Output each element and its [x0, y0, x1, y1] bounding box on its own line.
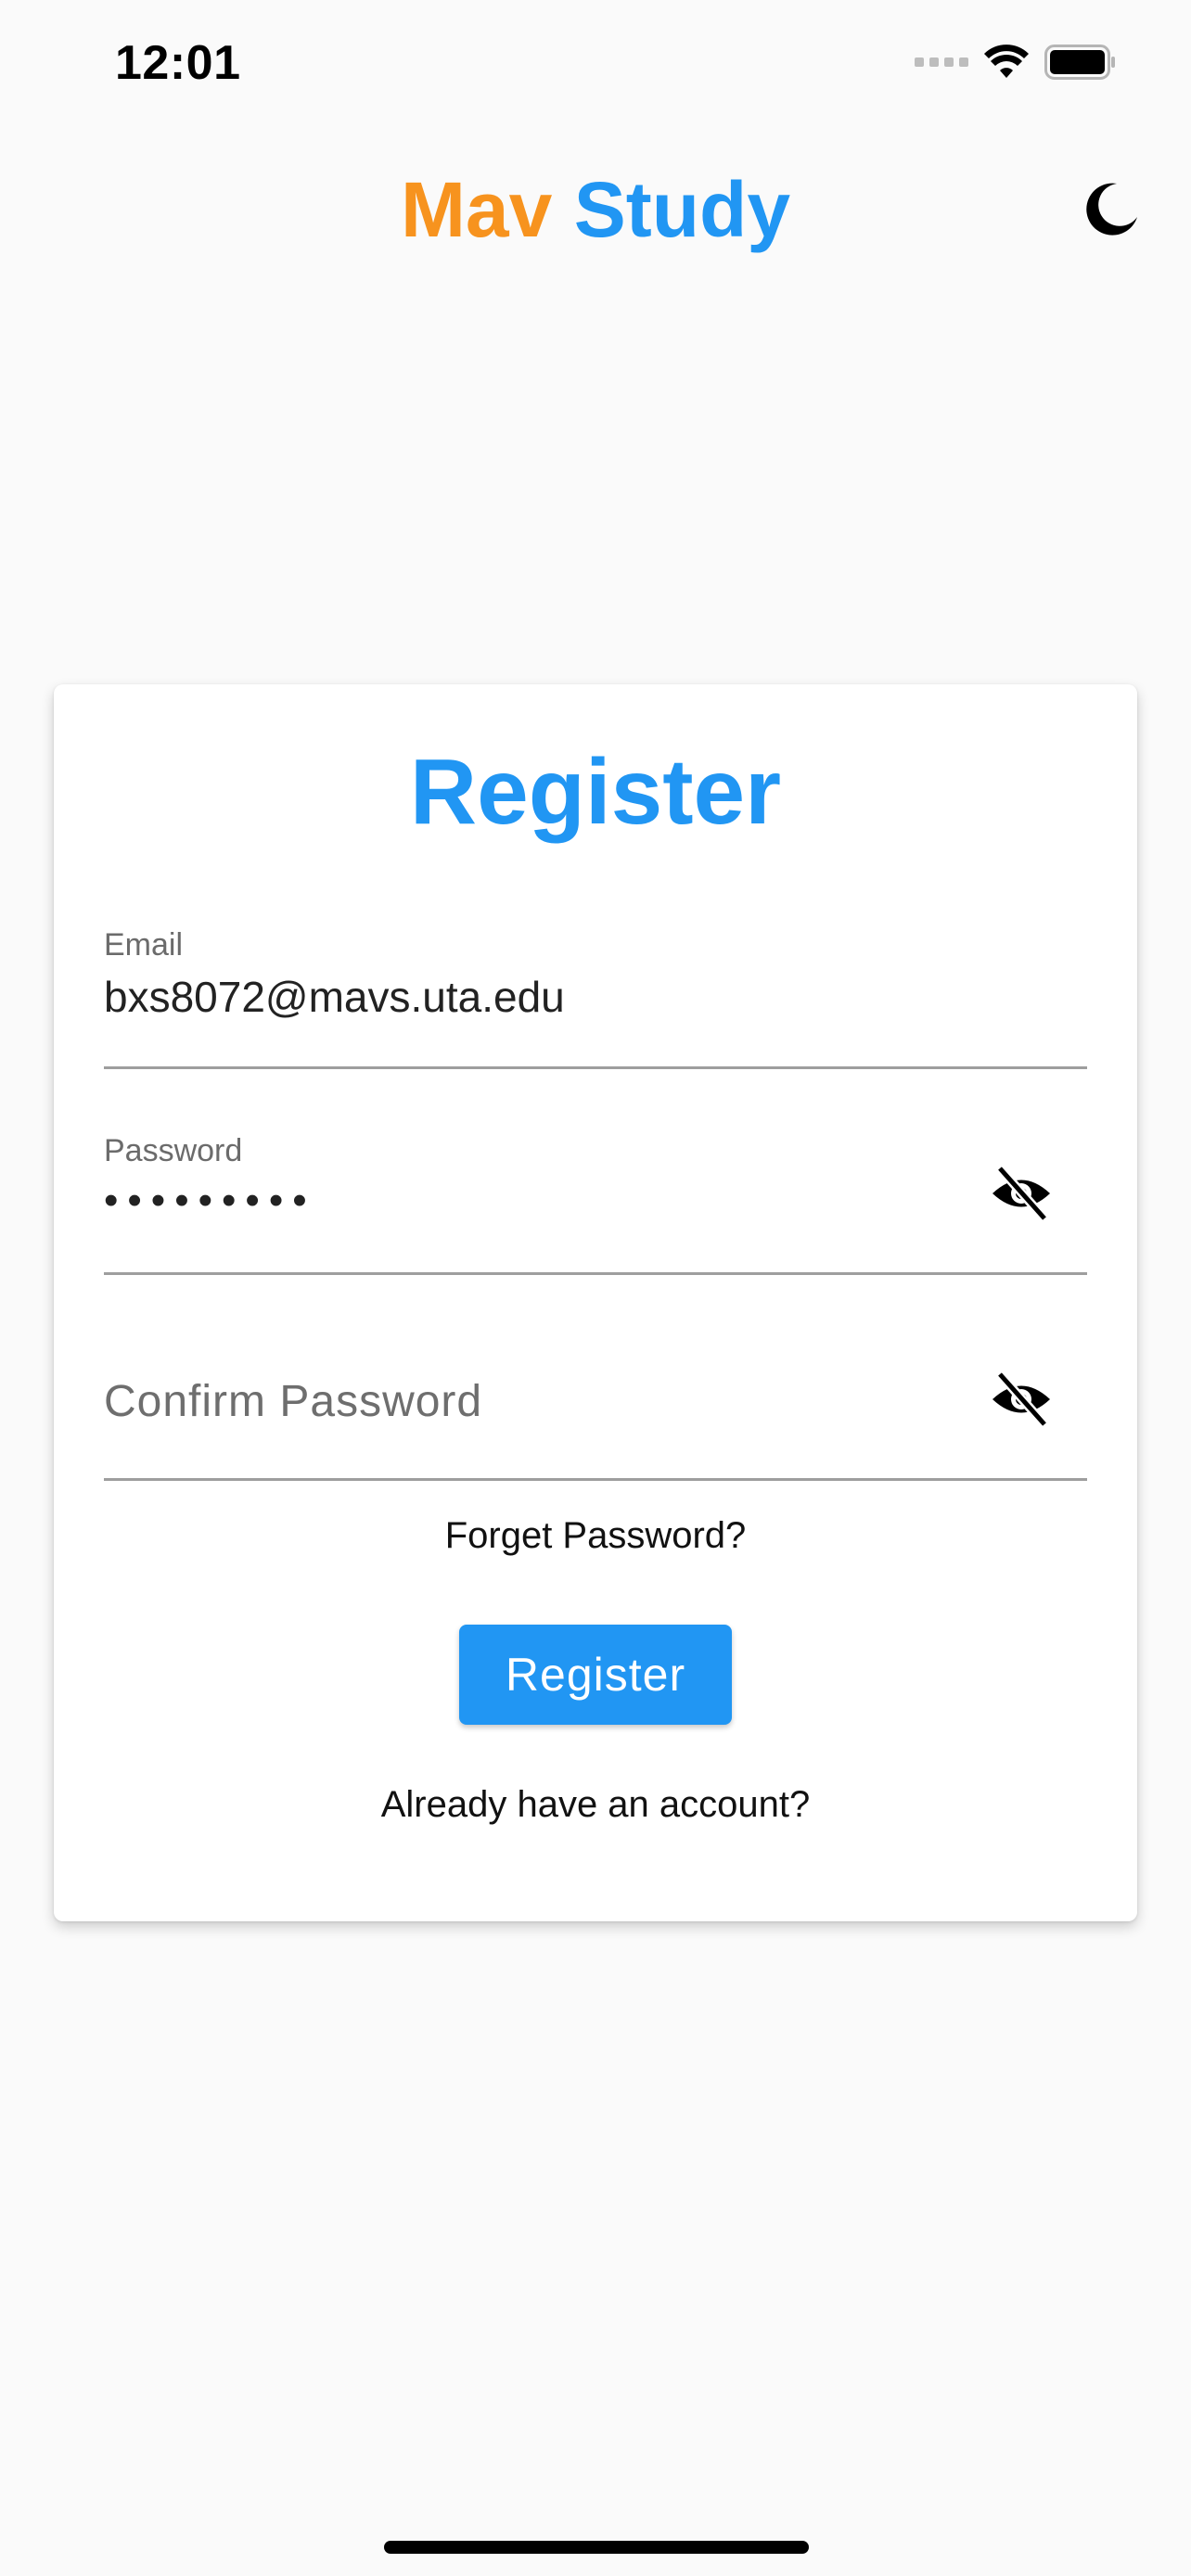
cellular-signal-icon [915, 57, 968, 67]
email-input[interactable] [104, 972, 939, 1022]
wifi-icon [984, 45, 1029, 78]
register-card: Register Email Password [54, 684, 1137, 1921]
password-label: Password [104, 1133, 243, 1168]
battery-icon [1044, 45, 1115, 80]
already-have-account-link[interactable]: Already have an account? [54, 1784, 1137, 1826]
app-title-study: Study [573, 166, 791, 253]
eye-off-icon[interactable] [989, 1161, 1054, 1226]
home-indicator [384, 2541, 809, 2554]
email-field[interactable]: Email [104, 927, 1087, 1069]
register-button[interactable]: Register [459, 1625, 732, 1725]
confirm-password-input[interactable] [104, 1376, 939, 1427]
status-icons [915, 45, 1117, 80]
register-screen: 12:01 Mav Study Register Email bxs8072@m… [0, 0, 1191, 2576]
app-title: Mav Study [0, 163, 1191, 256]
status-time: 12:01 [115, 36, 241, 90]
password-field[interactable]: Password [104, 1133, 1087, 1275]
app-title-mav: Mav [400, 166, 553, 253]
forget-password-link[interactable]: Forget Password? [54, 1515, 1137, 1557]
register-title: Register [409, 740, 782, 844]
email-label: Email [104, 927, 184, 963]
eye-off-icon[interactable] [989, 1367, 1054, 1432]
password-input[interactable] [104, 1178, 939, 1224]
moon-icon[interactable] [1080, 178, 1143, 241]
confirm-password-field[interactable] [104, 1339, 1087, 1481]
